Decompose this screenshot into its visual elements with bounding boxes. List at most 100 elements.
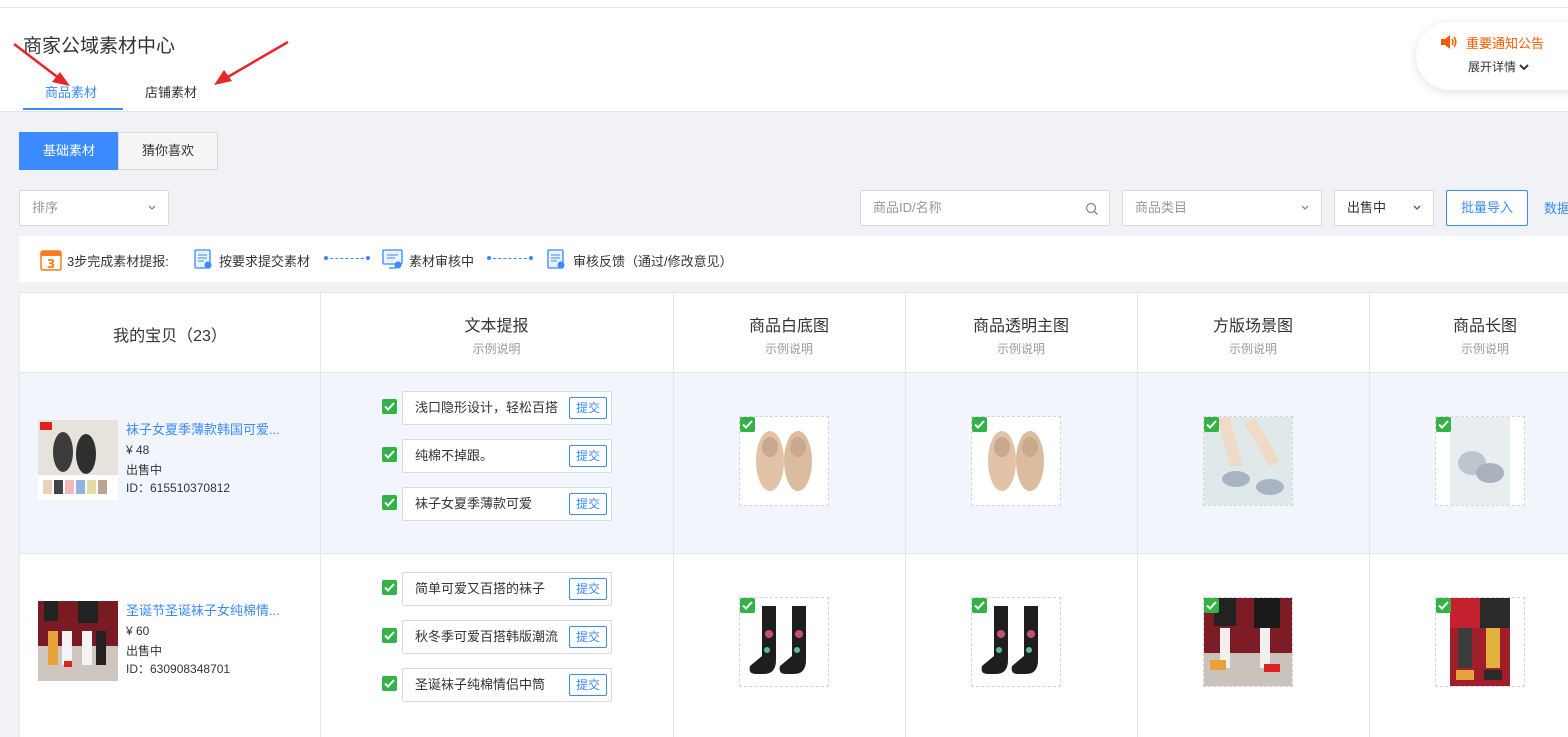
square-scene-image[interactable]: [1203, 416, 1293, 506]
text-input-value: 圣诞袜子纯棉情侣中筒: [415, 677, 546, 692]
white-bg-image[interactable]: [739, 597, 829, 687]
text-checkbox[interactable]: [382, 399, 397, 414]
submit-button[interactable]: 提交: [569, 578, 607, 600]
submit-button[interactable]: 提交: [569, 626, 607, 648]
product-id: ID：615510370812: [126, 481, 231, 495]
long-image[interactable]: [1435, 416, 1525, 506]
text-checkbox[interactable]: [382, 495, 397, 510]
example-link[interactable]: 示例说明: [1137, 340, 1369, 357]
column-divider: [1137, 293, 1138, 737]
step-3-label: 审核反馈（通过/修改意见）: [573, 254, 733, 269]
white-bg-image[interactable]: [739, 416, 829, 506]
chevron-down-icon: [1301, 205, 1309, 210]
check-icon: [740, 417, 755, 432]
example-link[interactable]: 示例说明: [905, 340, 1137, 357]
transparent-main-image[interactable]: [971, 597, 1061, 687]
document-upload-icon: [194, 249, 212, 269]
page-header: 商家公域素材中心 商品素材 店铺素材 重要通知公告 展开详情: [0, 0, 1568, 112]
square-scene-image[interactable]: [1203, 597, 1293, 687]
step-connector-dot: [324, 256, 328, 260]
step-2-label: 素材审核中: [409, 254, 475, 269]
column-header-long-image: 商品长图: [1452, 318, 1517, 335]
segment-guess-you-like[interactable]: 猜你喜欢: [118, 132, 218, 170]
product-name-link[interactable]: 袜子女夏季薄款韩国可爱...: [126, 419, 280, 438]
check-icon: [1204, 598, 1219, 613]
column-header-text: 文本提报: [464, 318, 529, 335]
column-header-white-bg: 商品白底图: [748, 318, 829, 335]
text-input[interactable]: 袜子女夏季薄款可爱 提交: [402, 487, 612, 521]
text-checkbox[interactable]: [382, 676, 397, 691]
text-input-value: 秋冬季可爱百搭韩版潮流: [415, 629, 559, 644]
speaker-icon: [1441, 35, 1457, 49]
column-divider: [905, 293, 906, 737]
calendar-icon: 3: [40, 250, 62, 271]
step-1-label: 按要求提交素材: [219, 254, 311, 269]
status-select-value: 出售中: [1347, 200, 1387, 215]
step-connector: [488, 258, 532, 260]
check-icon: [1204, 417, 1219, 432]
step-connector-dot: [529, 256, 533, 260]
product-status: 出售中: [126, 463, 163, 477]
category-select-value: 商品类目: [1135, 200, 1188, 215]
text-input[interactable]: 秋冬季可爱百搭韩版潮流 提交: [402, 620, 612, 654]
text-input-value: 简单可爱又百搭的袜子: [415, 581, 546, 596]
submit-button[interactable]: 提交: [569, 397, 607, 419]
steps-bar: 3 3步完成素材提报: 按要求提交素材 素材审核中 审核反馈（通过/修改意见）: [19, 236, 1568, 282]
segment-basic-material[interactable]: 基础素材: [19, 132, 119, 170]
search-input[interactable]: 商品ID/名称: [860, 190, 1110, 226]
monitor-review-icon: [382, 249, 403, 269]
column-divider: [1369, 293, 1370, 737]
product-name-link[interactable]: 圣诞节圣诞袜子女纯棉情...: [126, 600, 280, 619]
tab-product-material[interactable]: 商品素材: [45, 82, 97, 101]
svg-text:3: 3: [47, 257, 55, 271]
text-input-value: 浅口隐形设计，轻松百搭: [415, 400, 559, 415]
step-connector: [325, 258, 369, 260]
check-icon: [972, 598, 987, 613]
feedback-document-icon: [547, 249, 565, 269]
product-price: ¥ 48: [126, 443, 150, 457]
product-thumbnail[interactable]: [38, 420, 118, 500]
long-image[interactable]: [1435, 597, 1525, 687]
text-checkbox[interactable]: [382, 580, 397, 595]
example-link[interactable]: 示例说明: [320, 340, 673, 357]
chevron-down-icon: [148, 205, 156, 210]
product-id: ID：630908348701: [126, 662, 231, 676]
text-input[interactable]: 纯棉不掉跟。 提交: [402, 439, 612, 473]
transparent-main-image[interactable]: [971, 416, 1061, 506]
sort-select[interactable]: 排序: [19, 190, 169, 226]
text-input[interactable]: 简单可爱又百搭的袜子 提交: [402, 572, 612, 606]
sort-select-value: 排序: [32, 200, 59, 215]
batch-import-button[interactable]: 批量导入: [1446, 190, 1528, 226]
category-select[interactable]: 商品类目: [1122, 190, 1322, 226]
status-select[interactable]: 出售中: [1334, 190, 1434, 226]
submit-button[interactable]: 提交: [569, 445, 607, 467]
column-divider: [673, 293, 674, 737]
text-checkbox[interactable]: [382, 628, 397, 643]
submit-button[interactable]: 提交: [569, 493, 607, 515]
check-icon: [1436, 598, 1451, 613]
active-tab-indicator: [23, 108, 123, 110]
product-thumbnail[interactable]: [38, 601, 118, 681]
text-input[interactable]: 圣诞袜子纯棉情侣中筒 提交: [402, 668, 612, 702]
text-input[interactable]: 浅口隐形设计，轻松百搭 提交: [402, 391, 612, 425]
check-icon: [740, 598, 755, 613]
search-icon[interactable]: [1085, 202, 1099, 216]
product-status: 出售中: [126, 644, 163, 658]
example-link[interactable]: 示例说明: [673, 340, 905, 357]
steps-intro: 3步完成素材提报:: [67, 254, 169, 269]
tab-store-material[interactable]: 店铺素材: [145, 82, 197, 101]
text-checkbox[interactable]: [382, 447, 397, 462]
search-placeholder: 商品ID/名称: [873, 200, 942, 215]
column-header-scene: 方版场景图: [1212, 318, 1293, 335]
top-divider: [0, 7, 1568, 8]
data-link[interactable]: 数据: [1544, 198, 1568, 217]
expand-details-link[interactable]: 展开详情: [1468, 58, 1530, 75]
expand-details-label: 展开详情: [1468, 60, 1517, 74]
example-link[interactable]: 示例说明: [1369, 340, 1568, 357]
material-table: 我的宝贝（23） 文本提报 示例说明 商品白底图 示例说明 商品透明主图 示例说…: [19, 292, 1568, 737]
column-header-my-items: 我的宝贝（23）: [113, 328, 227, 345]
submit-button[interactable]: 提交: [569, 674, 607, 696]
notice-panel[interactable]: 重要通知公告 展开详情: [1416, 22, 1568, 90]
step-connector-dot: [366, 256, 370, 260]
notice-title[interactable]: 重要通知公告: [1466, 33, 1544, 52]
